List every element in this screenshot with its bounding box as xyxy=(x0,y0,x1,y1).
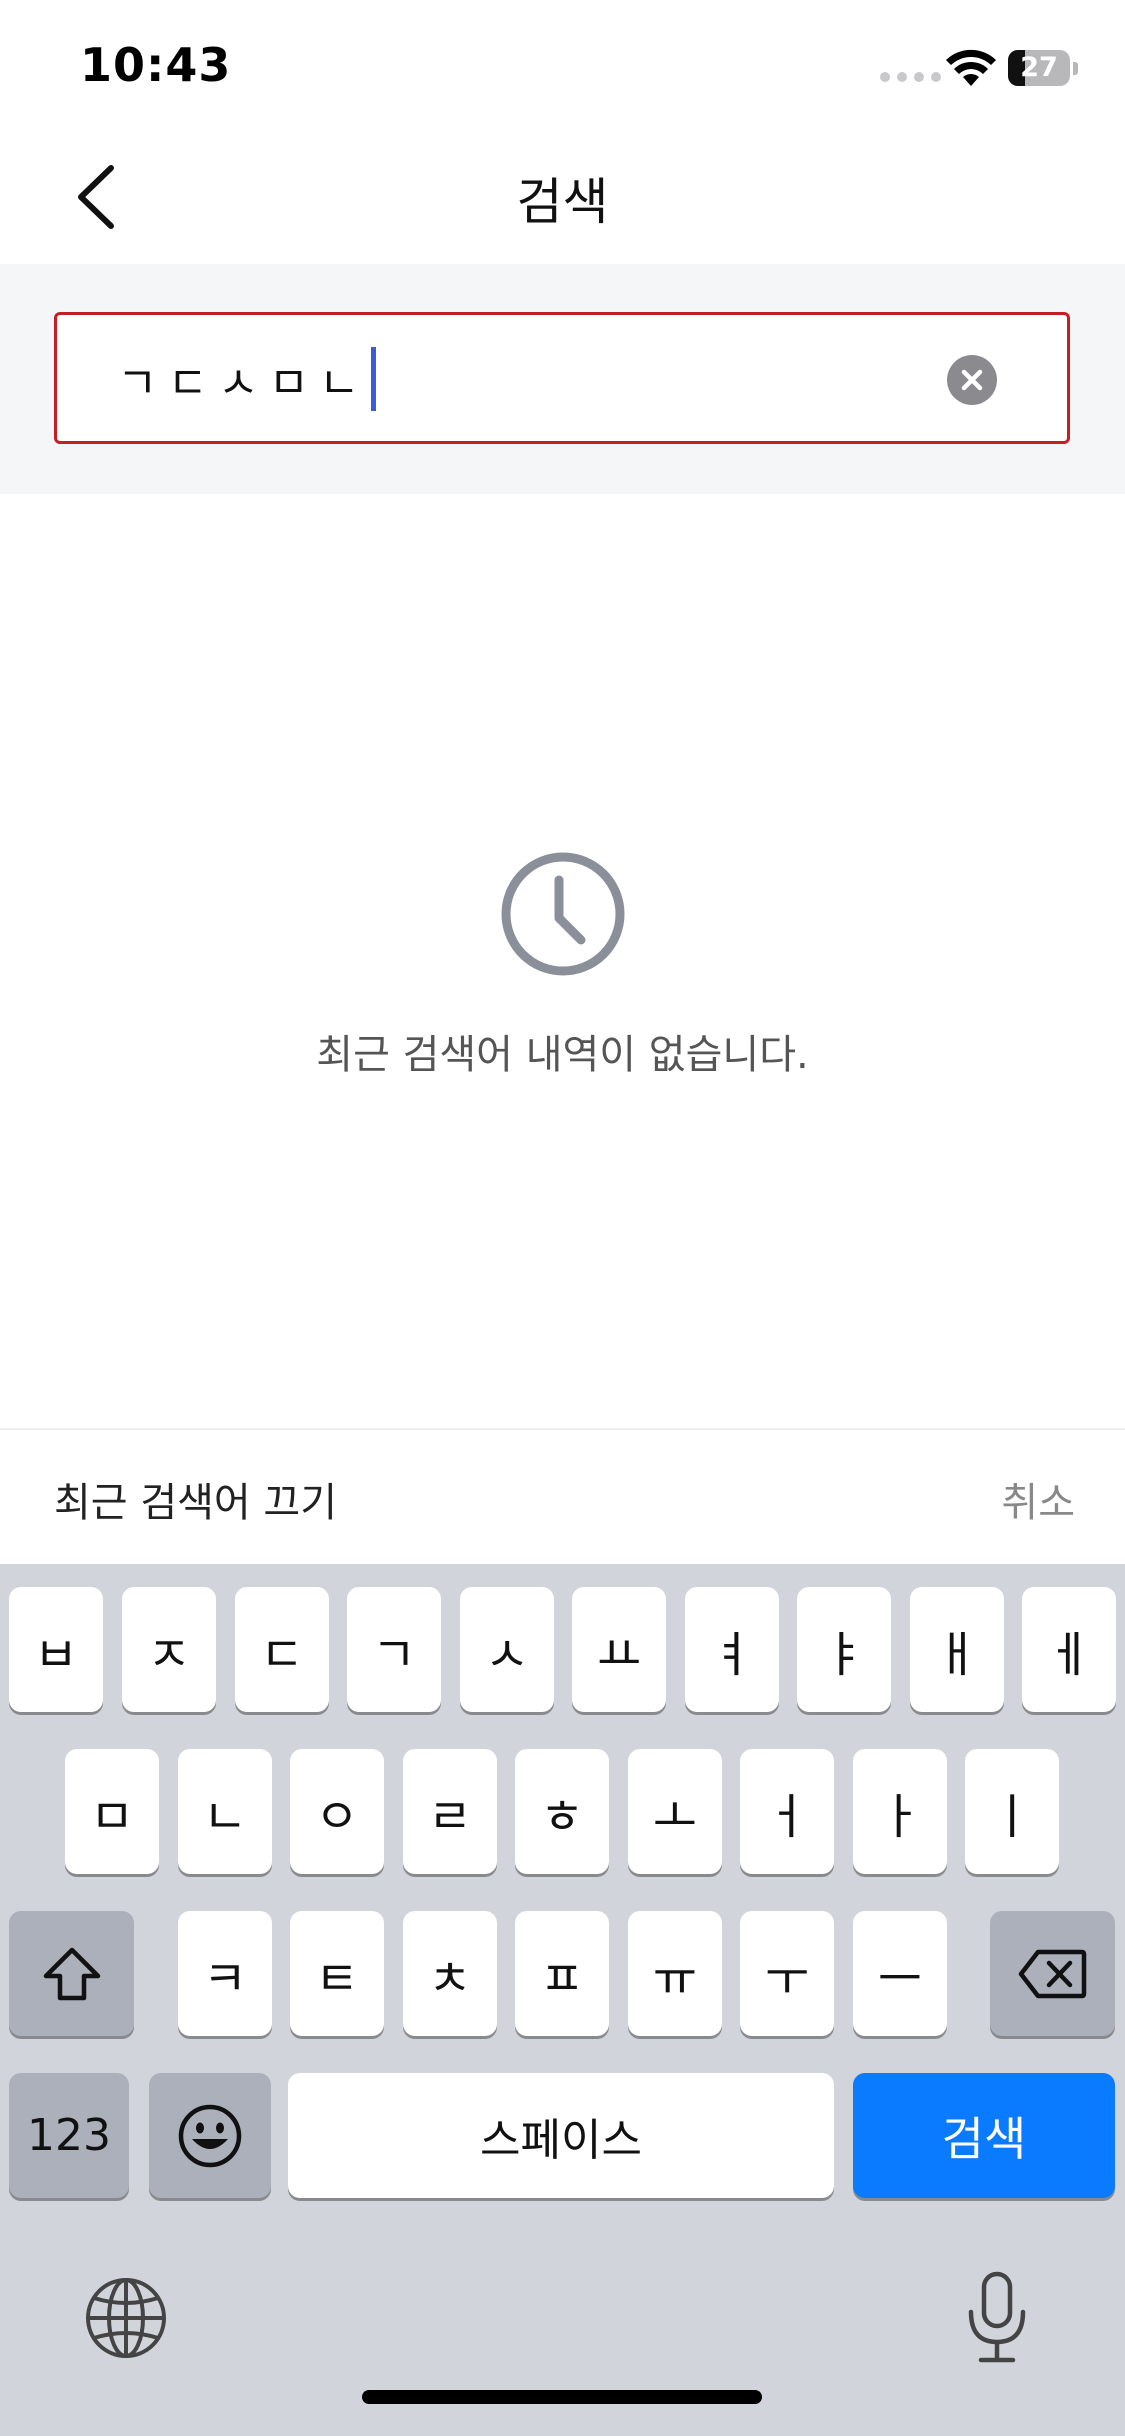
globe-icon[interactable] xyxy=(84,2276,168,2360)
key-yu[interactable]: ㅠ xyxy=(628,1911,722,2036)
key-label: ㅑ xyxy=(821,1626,867,1683)
key-label: ㅍ xyxy=(539,1950,585,2007)
status-time: 10:43 xyxy=(80,38,232,92)
key-label: ㅈ xyxy=(146,1626,192,1683)
key-a[interactable]: ㅏ xyxy=(853,1749,947,1874)
space-key-label: 스페이스 xyxy=(480,2114,642,2166)
key-mieum[interactable]: ㅁ xyxy=(65,1749,159,1874)
key-giyeok[interactable]: ㄱ xyxy=(347,1587,441,1712)
numbers-key[interactable]: 123 xyxy=(9,2073,129,2198)
korean-keyboard: ㅂ ㅈ ㄷ ㄱ ㅅ ㅛ ㅕ ㅑ ㅐ ㅔ ㅁ ㄴ ㅇ ㄹ ㅎ ㅗ ㅓ ㅏ ㅣ ㅋ … xyxy=(0,1564,1125,2436)
key-label: ㅣ xyxy=(989,1788,1035,1845)
key-siot[interactable]: ㅅ xyxy=(460,1587,554,1712)
key-label: ㅠ xyxy=(652,1950,698,2007)
key-label: ㅛ xyxy=(596,1626,642,1683)
turn-off-recent-search-button[interactable]: 최근 검색어 끄기 xyxy=(54,1470,337,1528)
clock-icon xyxy=(501,852,624,976)
search-area: ㄱㄷㅅㅁㄴ xyxy=(0,264,1125,494)
key-eo[interactable]: ㅓ xyxy=(740,1749,834,1874)
key-label: ㅁ xyxy=(89,1788,135,1845)
key-i[interactable]: ㅣ xyxy=(965,1749,1059,1874)
key-label: ㅎ xyxy=(539,1788,585,1845)
emoji-icon xyxy=(178,2104,242,2167)
key-hieut[interactable]: ㅎ xyxy=(515,1749,609,1874)
cellular-signal-icon xyxy=(880,72,941,82)
key-label: ㅅ xyxy=(484,1626,530,1683)
key-label: ㅏ xyxy=(877,1788,923,1845)
key-yeo[interactable]: ㅕ xyxy=(685,1587,779,1712)
key-label: ㅌ xyxy=(314,1950,360,2007)
nav-bar: 검색 xyxy=(0,132,1125,264)
key-label: ㅊ xyxy=(427,1950,473,2007)
battery-cap xyxy=(1073,62,1078,75)
key-label: ㄹ xyxy=(427,1788,473,1845)
key-label: ㅋ xyxy=(202,1950,248,2007)
search-key-label: 검색 xyxy=(941,2111,1027,2166)
key-jieut[interactable]: ㅈ xyxy=(122,1587,216,1712)
shift-icon xyxy=(43,1947,100,2000)
clear-search-button[interactable] xyxy=(947,355,997,405)
key-chieut[interactable]: ㅊ xyxy=(403,1911,497,2036)
key-ieung[interactable]: ㅇ xyxy=(290,1749,384,1874)
search-query-text: ㄱㄷㅅㅁㄴ xyxy=(117,358,370,409)
key-label: ㄷ xyxy=(259,1626,305,1683)
space-key[interactable]: 스페이스 xyxy=(288,2073,834,2198)
key-u[interactable]: ㅜ xyxy=(740,1911,834,2036)
key-yo[interactable]: ㅛ xyxy=(572,1587,666,1712)
empty-state-message: 최근 검색어 내역이 없습니다. xyxy=(316,1032,809,1078)
cancel-button[interactable]: 취소 xyxy=(1001,1470,1075,1528)
key-bieup[interactable]: ㅂ xyxy=(9,1587,103,1712)
key-digeut[interactable]: ㄷ xyxy=(235,1587,329,1712)
status-bar: 10:43 27 xyxy=(0,0,1125,132)
home-indicator[interactable] xyxy=(362,2390,762,2404)
key-label: ㅐ xyxy=(934,1626,980,1683)
numbers-key-label: 123 xyxy=(27,2110,111,2161)
microphone-icon[interactable] xyxy=(965,2270,1029,2366)
text-caret xyxy=(371,347,377,411)
page-title: 검색 xyxy=(516,173,609,231)
key-label: ㅡ xyxy=(877,1950,923,2007)
key-ae[interactable]: ㅐ xyxy=(910,1587,1004,1712)
key-kieuk[interactable]: ㅋ xyxy=(178,1911,272,2036)
emoji-key[interactable] xyxy=(149,2073,271,2198)
search-input[interactable]: ㄱㄷㅅㅁㄴ xyxy=(54,312,1070,444)
search-key[interactable]: 검색 xyxy=(853,2073,1115,2198)
key-label: ㅕ xyxy=(709,1626,755,1683)
shift-key[interactable] xyxy=(9,1911,134,2036)
key-label: ㄱ xyxy=(371,1626,417,1683)
key-label: ㄴ xyxy=(202,1788,248,1845)
recent-search-bar: 최근 검색어 끄기 취소 xyxy=(0,1428,1125,1564)
backspace-key[interactable] xyxy=(990,1911,1115,2036)
key-label: ㅗ xyxy=(652,1788,698,1845)
key-rieul[interactable]: ㄹ xyxy=(403,1749,497,1874)
search-input-value[interactable]: ㄱㄷㅅㅁㄴ xyxy=(117,347,377,411)
key-tieut[interactable]: ㅌ xyxy=(290,1911,384,2036)
key-e[interactable]: ㅔ xyxy=(1022,1587,1116,1712)
key-ya[interactable]: ㅑ xyxy=(797,1587,891,1712)
empty-state: 최근 검색어 내역이 없습니다. xyxy=(0,850,1125,1080)
key-label: ㅜ xyxy=(764,1950,810,2007)
key-label: ㅔ xyxy=(1046,1626,1092,1683)
key-label: ㅓ xyxy=(764,1788,810,1845)
key-label: ㅂ xyxy=(33,1626,79,1683)
battery-level: 27 xyxy=(1020,52,1058,83)
key-eu[interactable]: ㅡ xyxy=(853,1911,947,2036)
clear-icon xyxy=(961,369,983,391)
key-nieun[interactable]: ㄴ xyxy=(178,1749,272,1874)
key-o[interactable]: ㅗ xyxy=(628,1749,722,1874)
backspace-icon xyxy=(1018,1949,1086,1998)
key-label: ㅇ xyxy=(314,1788,360,1845)
key-pieup[interactable]: ㅍ xyxy=(515,1911,609,2036)
wifi-icon xyxy=(946,49,996,86)
battery-icon: 27 xyxy=(1008,50,1070,86)
